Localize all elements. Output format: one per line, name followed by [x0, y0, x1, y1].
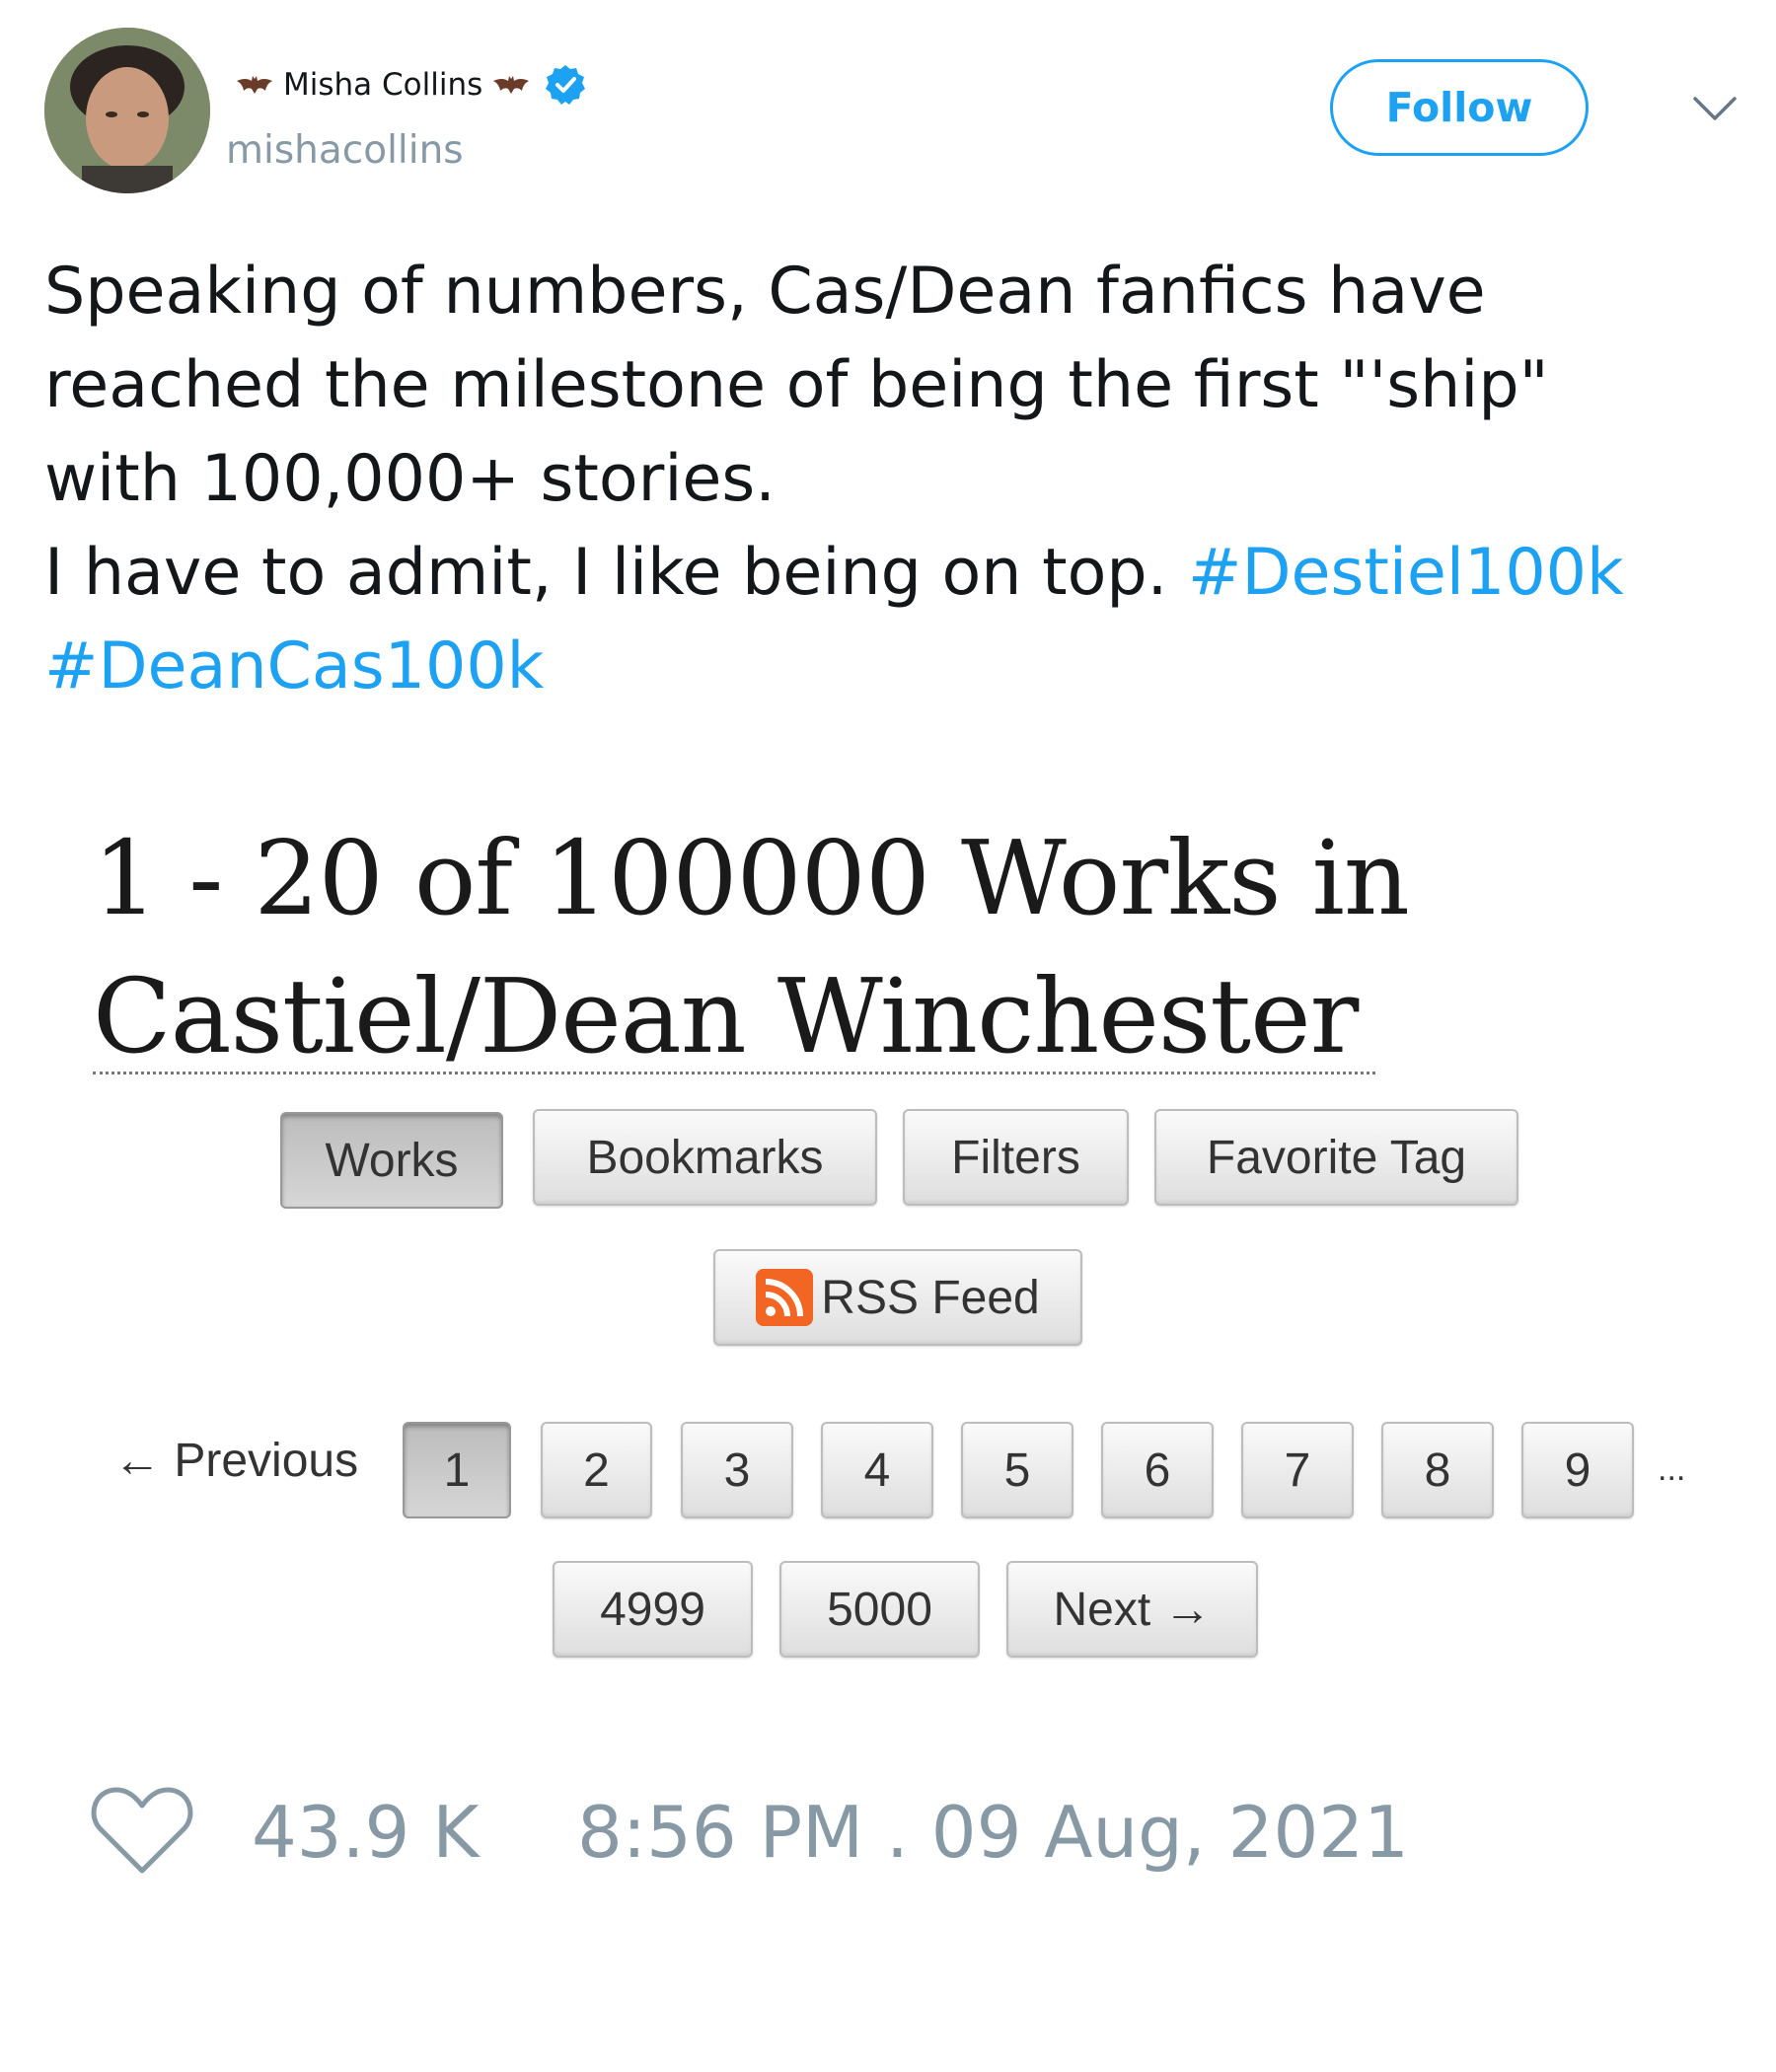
page-button-current[interactable]: 1 — [403, 1422, 511, 1518]
page-button[interactable]: 2 — [541, 1422, 652, 1518]
bat-icon — [237, 76, 272, 94]
nav-button-favorite-tag[interactable]: Favorite Tag — [1154, 1109, 1518, 1206]
hashtag-link[interactable]: #Destiel100k — [1188, 536, 1624, 610]
title-underline — [93, 1072, 1375, 1074]
ao3-page-title: 1 - 20 of 100000 Works in Castiel/Dean W… — [93, 809, 1410, 1085]
chevron-down-icon[interactable] — [1692, 94, 1738, 123]
tweet-line: with 100,000+ stories. — [44, 442, 776, 516]
tweet-line-with-hashtag: I have to admit, I like being on top. #D… — [44, 526, 1741, 620]
page-button[interactable]: 5 — [961, 1422, 1073, 1518]
hashtag-link[interactable]: #DeanCas100k — [44, 629, 544, 703]
ao3-title-line: 1 - 20 of 100000 Works in — [93, 818, 1410, 938]
page-button[interactable]: 4 — [821, 1422, 933, 1518]
page-button[interactable]: 7 — [1241, 1422, 1354, 1518]
nav-button-works[interactable]: Works — [280, 1112, 503, 1209]
ao3-title-line: Castiel/Dean Winchester — [93, 956, 1359, 1076]
page-button[interactable]: 9 — [1521, 1422, 1634, 1518]
author-handle[interactable]: mishacollins — [226, 128, 464, 173]
page-button[interactable]: 8 — [1381, 1422, 1494, 1518]
next-button[interactable]: Next → — [1006, 1561, 1258, 1658]
previous-link[interactable]: ← Previous — [113, 1431, 358, 1490]
like-count: 43.9 K — [252, 1791, 480, 1874]
page-button[interactable]: 3 — [681, 1422, 793, 1518]
tweet-line: reached the milestone of being the first… — [44, 348, 1549, 422]
verified-badge-icon — [546, 65, 586, 105]
page-button[interactable]: 4999 — [553, 1561, 753, 1658]
rss-feed-button[interactable]: RSS Feed — [713, 1249, 1082, 1346]
tweet-line: I have to admit, I like being on top. — [44, 536, 1188, 610]
author-display-name[interactable]: Misha Collins — [283, 67, 482, 103]
tweet-footer: 43.9 K 8:56 PM . 09 Aug, 2021 — [89, 1776, 1409, 1885]
heart-icon[interactable] — [89, 1782, 195, 1879]
avatar-photo — [44, 28, 210, 193]
avatar[interactable] — [44, 28, 210, 193]
follow-button[interactable]: Follow — [1330, 59, 1589, 156]
page-button[interactable]: 5000 — [779, 1561, 980, 1658]
tweet-line-hashtag: #DeanCas100k — [44, 620, 1741, 713]
author-name-row[interactable]: Misha Collins — [226, 61, 587, 109]
rss-icon — [756, 1269, 814, 1326]
nav-button-filters[interactable]: Filters — [903, 1109, 1129, 1206]
page-button[interactable]: 6 — [1101, 1422, 1214, 1518]
tweet-line: Speaking of numbers, Cas/Dean fanfics ha… — [44, 255, 1486, 329]
tweet-timestamp[interactable]: 8:56 PM . 09 Aug, 2021 — [577, 1791, 1409, 1874]
pagination-ellipsis: ... — [1658, 1450, 1686, 1488]
nav-button-bookmarks[interactable]: Bookmarks — [533, 1109, 877, 1206]
rss-feed-label: RSS Feed — [821, 1271, 1040, 1324]
bat-icon — [493, 76, 530, 94]
tweet-text: Speaking of numbers, Cas/Dean fanfics ha… — [44, 245, 1741, 713]
